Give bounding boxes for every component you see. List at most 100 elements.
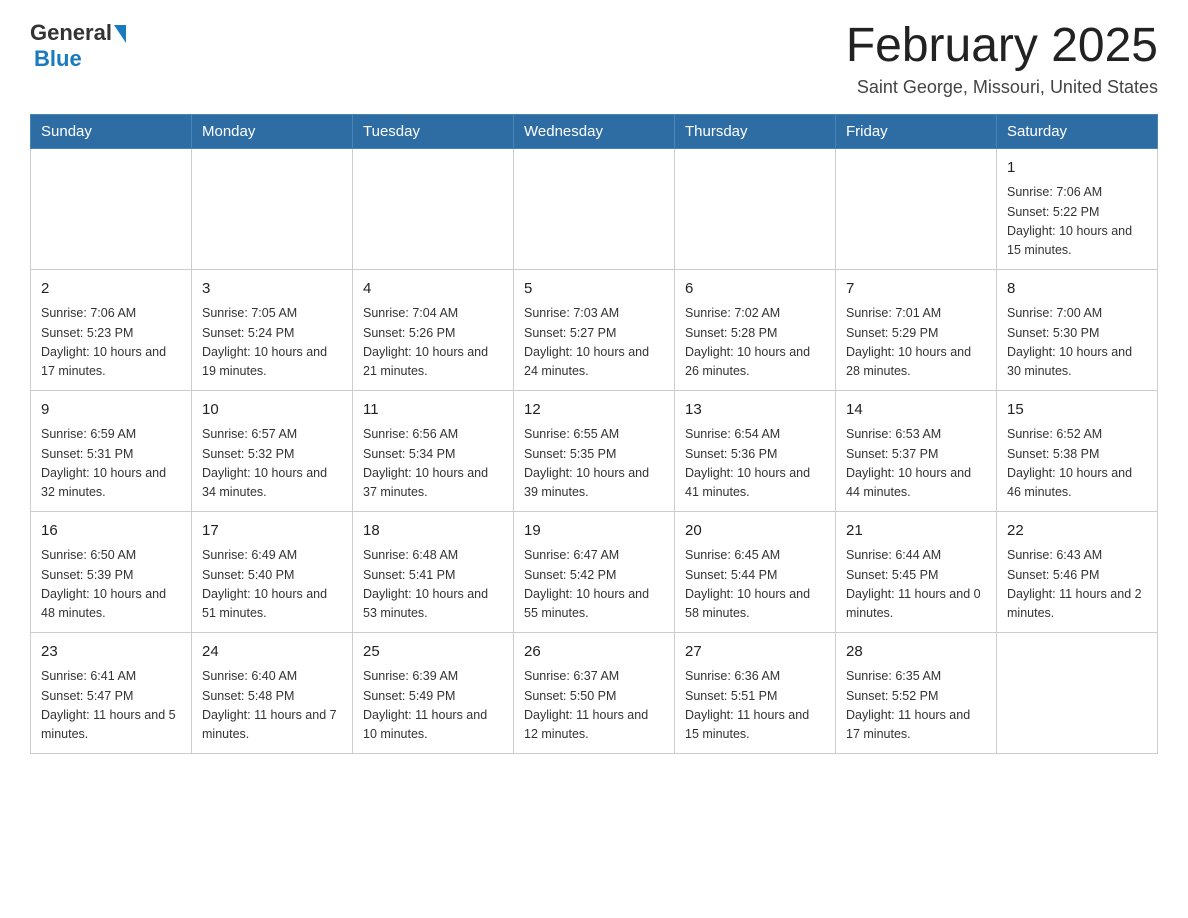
week-row-4: 23 Sunrise: 6:41 AM Sunset: 5:47 PM Dayli… (31, 632, 1158, 753)
calendar-cell: 8 Sunrise: 7:00 AM Sunset: 5:30 PM Daylig… (997, 269, 1158, 390)
calendar-cell: 18Sunrise: 6:48 AM Sunset: 5:41 PM Dayli… (353, 511, 514, 632)
day-info: Sunrise: 7:03 AM Sunset: 5:27 PM Dayligh… (524, 304, 664, 382)
calendar-cell: 11 Sunrise: 6:56 AM Sunset: 5:34 PM Dayli… (353, 390, 514, 511)
logo-triangle-icon (114, 25, 126, 43)
day-number: 5 (524, 278, 664, 301)
weekday-header-sunday: Sunday (31, 114, 192, 148)
week-row-3: 16 Sunrise: 6:50 AM Sunset: 5:39 PM Dayli… (31, 511, 1158, 632)
day-number: 14 (846, 399, 986, 422)
calendar-cell: 27Sunrise: 6:36 AM Sunset: 5:51 PM Dayli… (675, 632, 836, 753)
day-info: Sunrise: 6:36 AM Sunset: 5:51 PM Dayligh… (685, 667, 825, 745)
calendar-cell (353, 148, 514, 269)
calendar-cell: 16 Sunrise: 6:50 AM Sunset: 5:39 PM Dayli… (31, 511, 192, 632)
day-info: Sunrise: 6:53 AM Sunset: 5:37 PM Dayligh… (846, 425, 986, 503)
logo: General Blue (30, 20, 126, 72)
logo-blue-text: Blue (34, 46, 82, 72)
day-info: Sunrise: 6:45 AM Sunset: 5:44 PM Dayligh… (685, 546, 825, 624)
weekday-header-wednesday: Wednesday (514, 114, 675, 148)
calendar-cell: 24 Sunrise: 6:40 AM Sunset: 5:48 PM Dayli… (192, 632, 353, 753)
day-info: Sunrise: 7:04 AM Sunset: 5:26 PM Dayligh… (363, 304, 503, 382)
calendar-cell: 19 Sunrise: 6:47 AM Sunset: 5:42 PM Dayli… (514, 511, 675, 632)
day-info: Sunrise: 7:00 AM Sunset: 5:30 PM Dayligh… (1007, 304, 1147, 382)
day-info: Sunrise: 7:06 AM Sunset: 5:23 PM Dayligh… (41, 304, 181, 382)
weekday-header-tuesday: Tuesday (353, 114, 514, 148)
day-info: Sunrise: 6:52 AM Sunset: 5:38 PM Dayligh… (1007, 425, 1147, 503)
day-info: Sunrise: 7:06 AM Sunset: 5:22 PM Dayligh… (1007, 183, 1147, 261)
day-number: 17 (202, 520, 342, 543)
day-info: Sunrise: 6:56 AM Sunset: 5:34 PM Dayligh… (363, 425, 503, 503)
calendar-cell: 3Sunrise: 7:05 AM Sunset: 5:24 PM Daylig… (192, 269, 353, 390)
day-info: Sunrise: 6:57 AM Sunset: 5:32 PM Dayligh… (202, 425, 342, 503)
calendar-cell: 17 Sunrise: 6:49 AM Sunset: 5:40 PM Dayli… (192, 511, 353, 632)
calendar-cell: 12 Sunrise: 6:55 AM Sunset: 5:35 PM Dayli… (514, 390, 675, 511)
day-info: Sunrise: 6:50 AM Sunset: 5:39 PM Dayligh… (41, 546, 181, 624)
calendar-cell (997, 632, 1158, 753)
day-number: 15 (1007, 399, 1147, 422)
day-number: 11 (363, 399, 503, 422)
week-row-1: 2 Sunrise: 7:06 AM Sunset: 5:23 PM Daylig… (31, 269, 1158, 390)
calendar-cell (836, 148, 997, 269)
day-info: Sunrise: 6:47 AM Sunset: 5:42 PM Dayligh… (524, 546, 664, 624)
calendar-table: SundayMondayTuesdayWednesdayThursdayFrid… (30, 114, 1158, 754)
calendar-cell (192, 148, 353, 269)
day-number: 7 (846, 278, 986, 301)
day-number: 10 (202, 399, 342, 422)
day-number: 19 (524, 520, 664, 543)
day-number: 22 (1007, 520, 1147, 543)
calendar-cell: 26Sunrise: 6:37 AM Sunset: 5:50 PM Dayli… (514, 632, 675, 753)
calendar-cell: 6 Sunrise: 7:02 AM Sunset: 5:28 PM Daylig… (675, 269, 836, 390)
weekday-header-row: SundayMondayTuesdayWednesdayThursdayFrid… (31, 114, 1158, 148)
day-info: Sunrise: 6:35 AM Sunset: 5:52 PM Dayligh… (846, 667, 986, 745)
weekday-header-thursday: Thursday (675, 114, 836, 148)
day-info: Sunrise: 7:02 AM Sunset: 5:28 PM Dayligh… (685, 304, 825, 382)
calendar-cell: 21 Sunrise: 6:44 AM Sunset: 5:45 PM Dayli… (836, 511, 997, 632)
calendar-cell: 5 Sunrise: 7:03 AM Sunset: 5:27 PM Daylig… (514, 269, 675, 390)
day-number: 24 (202, 641, 342, 664)
day-number: 6 (685, 278, 825, 301)
day-number: 1 (1007, 157, 1147, 180)
day-info: Sunrise: 6:39 AM Sunset: 5:49 PM Dayligh… (363, 667, 503, 745)
day-number: 13 (685, 399, 825, 422)
day-info: Sunrise: 6:44 AM Sunset: 5:45 PM Dayligh… (846, 546, 986, 624)
calendar-cell: 13 Sunrise: 6:54 AM Sunset: 5:36 PM Dayli… (675, 390, 836, 511)
calendar-cell: 7 Sunrise: 7:01 AM Sunset: 5:29 PM Daylig… (836, 269, 997, 390)
day-info: Sunrise: 7:01 AM Sunset: 5:29 PM Dayligh… (846, 304, 986, 382)
day-number: 16 (41, 520, 181, 543)
weekday-header-saturday: Saturday (997, 114, 1158, 148)
logo-general-text: General (30, 20, 112, 46)
calendar-cell: 1 Sunrise: 7:06 AM Sunset: 5:22 PM Daylig… (997, 148, 1158, 269)
calendar-cell: 20 Sunrise: 6:45 AM Sunset: 5:44 PM Dayli… (675, 511, 836, 632)
day-info: Sunrise: 6:55 AM Sunset: 5:35 PM Dayligh… (524, 425, 664, 503)
day-number: 4 (363, 278, 503, 301)
day-number: 23 (41, 641, 181, 664)
calendar-cell: 9Sunrise: 6:59 AM Sunset: 5:31 PM Daylig… (31, 390, 192, 511)
day-info: Sunrise: 7:05 AM Sunset: 5:24 PM Dayligh… (202, 304, 342, 382)
weekday-header-monday: Monday (192, 114, 353, 148)
week-row-0: 1 Sunrise: 7:06 AM Sunset: 5:22 PM Daylig… (31, 148, 1158, 269)
weekday-header-friday: Friday (836, 114, 997, 148)
day-number: 18 (363, 520, 503, 543)
day-info: Sunrise: 6:43 AM Sunset: 5:46 PM Dayligh… (1007, 546, 1147, 624)
day-info: Sunrise: 6:49 AM Sunset: 5:40 PM Dayligh… (202, 546, 342, 624)
calendar-cell: 2 Sunrise: 7:06 AM Sunset: 5:23 PM Daylig… (31, 269, 192, 390)
day-info: Sunrise: 6:59 AM Sunset: 5:31 PM Dayligh… (41, 425, 181, 503)
location-text: Saint George, Missouri, United States (846, 77, 1158, 98)
day-number: 8 (1007, 278, 1147, 301)
day-info: Sunrise: 6:41 AM Sunset: 5:47 PM Dayligh… (41, 667, 181, 745)
calendar-cell: 22 Sunrise: 6:43 AM Sunset: 5:46 PM Dayli… (997, 511, 1158, 632)
calendar-cell: 14 Sunrise: 6:53 AM Sunset: 5:37 PM Dayli… (836, 390, 997, 511)
calendar-cell: 4 Sunrise: 7:04 AM Sunset: 5:26 PM Daylig… (353, 269, 514, 390)
page-header: General Blue February 2025 Saint George,… (30, 20, 1158, 98)
day-info: Sunrise: 6:54 AM Sunset: 5:36 PM Dayligh… (685, 425, 825, 503)
day-number: 21 (846, 520, 986, 543)
title-area: February 2025 Saint George, Missouri, Un… (846, 20, 1158, 98)
calendar-cell: 28Sunrise: 6:35 AM Sunset: 5:52 PM Dayli… (836, 632, 997, 753)
calendar-cell: 15 Sunrise: 6:52 AM Sunset: 5:38 PM Dayli… (997, 390, 1158, 511)
day-number: 2 (41, 278, 181, 301)
day-info: Sunrise: 6:37 AM Sunset: 5:50 PM Dayligh… (524, 667, 664, 745)
day-number: 20 (685, 520, 825, 543)
day-info: Sunrise: 6:40 AM Sunset: 5:48 PM Dayligh… (202, 667, 342, 745)
calendar-cell (31, 148, 192, 269)
calendar-cell (514, 148, 675, 269)
day-number: 12 (524, 399, 664, 422)
